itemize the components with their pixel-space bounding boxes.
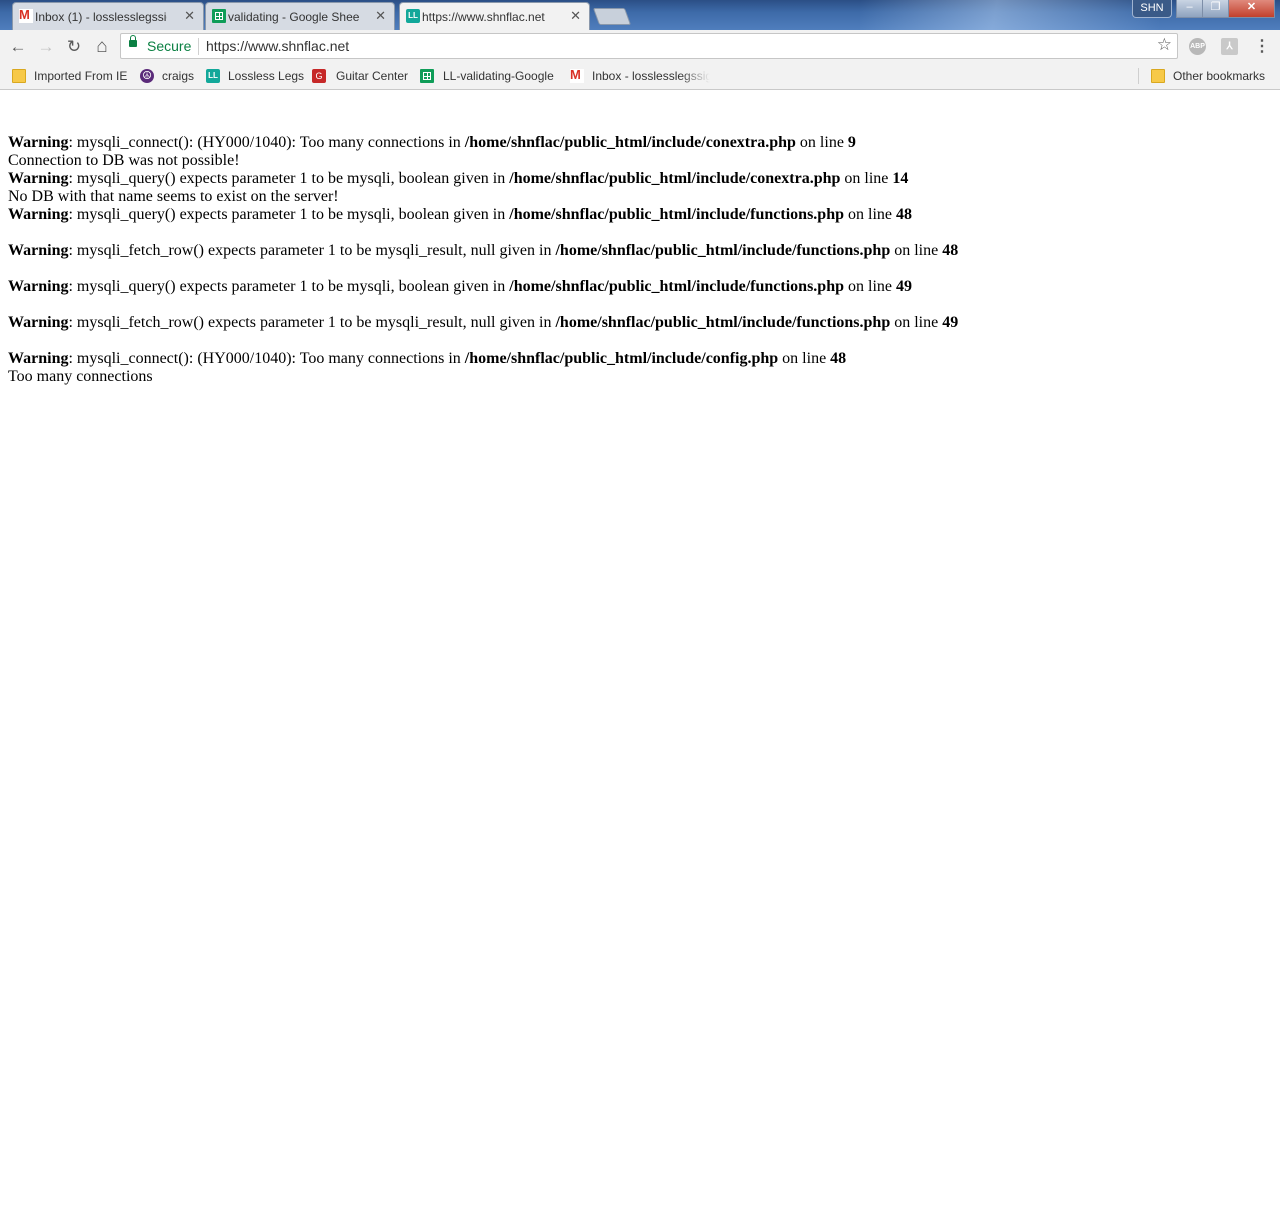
bookmark-label: LL-validating-Google xyxy=(443,69,554,83)
maximize-button[interactable]: ❐ xyxy=(1202,0,1229,18)
warning-line: Warning: mysqli_fetch_row() expects para… xyxy=(8,242,959,259)
reload-button[interactable]: ↻ xyxy=(63,36,85,58)
peace-icon: ☮ xyxy=(140,69,154,83)
bookmark-lossless-legs[interactable]: LL Lossless Legs xyxy=(206,67,304,85)
sheets-icon xyxy=(420,69,434,83)
bookmark-label: Lossless Legs xyxy=(228,69,305,83)
back-button[interactable]: ← xyxy=(7,36,29,58)
url-text[interactable]: https://www.shnflac.net xyxy=(206,38,349,54)
warning-line: Warning: mysqli_query() expects paramete… xyxy=(8,206,912,223)
shnflac-icon: LL xyxy=(206,69,220,83)
guitar-icon: G xyxy=(312,69,326,83)
minimize-button[interactable]: – xyxy=(1176,0,1203,18)
bookmark-craigs[interactable]: ☮ craigs xyxy=(140,67,194,85)
gmail-icon xyxy=(19,7,33,23)
tab-close-icon[interactable]: ✕ xyxy=(375,8,386,24)
forward-button[interactable]: → xyxy=(35,36,57,58)
shnflac-icon: LL xyxy=(406,9,420,23)
page-content: Warning: mysqli_connect(): (HY000/1040):… xyxy=(8,116,958,386)
tab-close-icon[interactable]: ✕ xyxy=(184,8,195,24)
browser-toolbar: ← → ↻ ⌂ Secure https://www.shnflac.net ☆… xyxy=(0,30,1280,63)
gmail-icon xyxy=(570,67,584,83)
bookmark-label: Guitar Center xyxy=(336,69,409,83)
menu-icon[interactable]: ⋮ xyxy=(1254,37,1270,57)
warning-line: Warning: mysqli_fetch_row() expects para… xyxy=(8,314,959,331)
bookmark-other-bookmarks[interactable]: Other bookmarks xyxy=(1151,67,1265,85)
bookmark-imported-from-ie[interactable]: Imported From IE xyxy=(12,67,127,85)
new-tab-button[interactable] xyxy=(592,8,632,25)
folder-icon xyxy=(1151,69,1165,83)
home-button[interactable]: ⌂ xyxy=(91,36,113,58)
adblock-plus-icon[interactable]: ABP xyxy=(1189,38,1206,55)
close-window-button[interactable]: ✕ xyxy=(1228,0,1275,18)
bookmarks-bar: Imported From IE ☮ craigs LL Lossless Le… xyxy=(0,63,1280,90)
warning-line: Warning: mysqli_connect(): (HY000/1040):… xyxy=(8,134,856,151)
tab-title: https://www.shnflac.net xyxy=(422,10,545,24)
bookmark-ll-validating[interactable]: LL-validating-Google xyxy=(420,67,554,85)
warning-line: Warning: mysqli_query() expects paramete… xyxy=(8,278,912,295)
bookmark-fade xyxy=(680,63,710,89)
tab-inbox[interactable]: Inbox (1) - losslesslegssig ✕ xyxy=(12,2,204,30)
tab-title: Inbox (1) - losslesslegssig xyxy=(35,9,167,24)
sheets-icon xyxy=(212,9,226,23)
folder-icon xyxy=(12,69,26,83)
title-bar: Inbox (1) - losslesslegssig ✕ validating… xyxy=(0,0,1280,30)
bookmark-label: craigs xyxy=(162,69,195,83)
warning-line: Warning: mysqli_query() expects paramete… xyxy=(8,170,909,187)
titlebar-decoration xyxy=(860,0,1160,30)
tab-shnflac[interactable]: LL https://www.shnflac.net ✕ xyxy=(399,2,590,30)
error-text: Too many connections xyxy=(8,368,153,385)
error-text: Connection to DB was not possible! xyxy=(8,152,240,169)
tab-validating[interactable]: validating - Google Shee ✕ xyxy=(205,2,395,30)
tab-title: validating - Google Shee xyxy=(228,9,360,24)
bookmark-label: Other bookmarks xyxy=(1173,69,1266,83)
bookmark-label: Imported From IE xyxy=(34,69,128,83)
lock-icon xyxy=(129,35,137,47)
error-text: No DB with that name seems to exist on t… xyxy=(8,188,339,205)
bookmarks-divider xyxy=(1138,68,1139,84)
bookmark-guitar-center[interactable]: G Guitar Center xyxy=(312,67,408,85)
warning-line: Warning: mysqli_connect(): (HY000/1040):… xyxy=(8,350,847,367)
profile-button[interactable]: SHN xyxy=(1132,0,1172,18)
omnibox-divider xyxy=(198,38,199,55)
tab-close-icon[interactable]: ✕ xyxy=(570,8,581,24)
pdf-extension-icon[interactable]: ⅄ xyxy=(1221,38,1238,55)
bookmark-star-icon[interactable]: ☆ xyxy=(1157,35,1172,55)
secure-label[interactable]: Secure xyxy=(147,38,191,54)
address-bar[interactable]: Secure https://www.shnflac.net ☆ xyxy=(120,33,1178,59)
